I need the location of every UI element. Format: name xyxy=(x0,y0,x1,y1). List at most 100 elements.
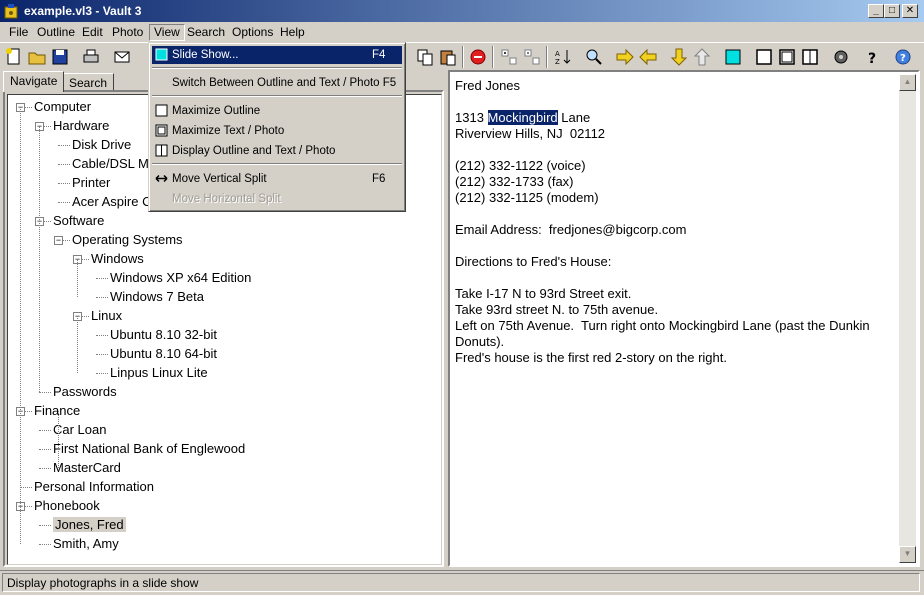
tree-item[interactable]: Ubuntu 8.10 64-bit xyxy=(110,345,217,362)
tree-item[interactable]: Linux xyxy=(91,307,122,324)
menu-item-move-horizontal-split: Move Horizontal Split xyxy=(172,193,281,205)
menu-options[interactable]: Options xyxy=(227,24,278,41)
city-address: Riverview Hills, NJ 02112 xyxy=(455,126,606,141)
menu-item-maximize-outline[interactable]: Maximize Outline xyxy=(152,102,402,120)
info-icon[interactable]: ? xyxy=(892,46,914,68)
menu-view[interactable]: View xyxy=(149,24,185,41)
tree-item-label: Windows 7 Beta xyxy=(110,289,204,304)
expand-all-icon[interactable] xyxy=(498,46,520,68)
delete-icon[interactable] xyxy=(467,46,489,68)
find-icon[interactable] xyxy=(583,46,605,68)
directions-title: Directions to Fred's House: xyxy=(455,254,612,269)
tree-item-label: Software xyxy=(53,213,105,228)
maximize-outline-icon[interactable] xyxy=(753,46,775,68)
status-text: Display photographs in a slide show xyxy=(2,573,920,592)
tree-item-label: Linpus Linux Lite xyxy=(110,365,208,380)
tree-item-label: Operating Systems xyxy=(72,232,183,247)
tree-item[interactable]: Passwords xyxy=(53,383,117,400)
collapse-all-icon[interactable] xyxy=(521,46,543,68)
scroll-down-icon[interactable]: ▼ xyxy=(899,546,916,563)
phone-voice: (212) 332-1122 (voice) xyxy=(455,158,586,173)
view-menu-dropdown: Slide Show... F4 Switch Between Outline a… xyxy=(148,42,406,212)
tree-item[interactable]: Jones, Fred xyxy=(53,516,126,533)
menu-item-display-both[interactable]: Display Outline and Text / Photo xyxy=(152,142,402,160)
tree-item[interactable]: MasterCard xyxy=(53,459,121,476)
maximize-text-icon xyxy=(155,124,168,137)
menu-item-maximize-text-photo[interactable]: Maximize Text / Photo xyxy=(152,122,402,140)
tree-item[interactable]: Operating Systems xyxy=(72,231,183,248)
menu-item-move-vertical-split[interactable]: Move Vertical Split F6 xyxy=(152,170,402,188)
tab-search[interactable]: Search xyxy=(62,73,115,91)
tree-collapse-icon[interactable]: − xyxy=(54,236,63,245)
tree-item[interactable]: Smith, Amy xyxy=(53,535,119,552)
tree-item-label: Smith, Amy xyxy=(53,536,119,551)
directions-line: Fred's house is the first red 2-story on… xyxy=(455,350,727,365)
tree-item[interactable]: First National Bank of Englewood xyxy=(53,440,245,457)
slide-show-icon xyxy=(155,48,168,61)
menu-edit[interactable]: Edit xyxy=(77,24,108,41)
note-text[interactable]: Fred Jones 1313 Mockingbird Lane Rivervi… xyxy=(455,78,895,366)
maximize-button[interactable]: □ xyxy=(884,4,900,18)
tree-item[interactable]: Windows xyxy=(91,250,144,267)
tree-item[interactable]: Disk Drive xyxy=(72,136,131,153)
tree-item[interactable]: Linpus Linux Lite xyxy=(110,364,208,381)
vertical-scrollbar[interactable]: ▲ ▼ xyxy=(899,74,916,563)
tree-item-label: Linux xyxy=(91,308,123,323)
svg-text:?: ? xyxy=(868,51,876,67)
arrow-down-icon[interactable] xyxy=(668,46,690,68)
tree-item[interactable]: Phonebook xyxy=(34,497,100,514)
tree-item[interactable]: Ubuntu 8.10 32-bit xyxy=(110,326,217,343)
tree-item[interactable]: Computer xyxy=(34,98,91,115)
tree-item-label: Windows xyxy=(91,251,144,266)
tab-navigate[interactable]: Navigate xyxy=(3,71,65,92)
print-icon[interactable] xyxy=(80,46,102,68)
gear-icon[interactable] xyxy=(830,46,852,68)
vault-app-icon xyxy=(4,4,18,19)
tree-item[interactable]: Personal Information xyxy=(34,478,154,495)
paste-icon[interactable] xyxy=(437,46,459,68)
phone-fax: (212) 332-1733 (fax) xyxy=(455,174,574,189)
help-icon[interactable]: ? xyxy=(861,46,883,68)
text-panel[interactable]: Fred Jones 1313 Mockingbird Lane Rivervi… xyxy=(448,70,920,567)
arrow-up-icon[interactable] xyxy=(691,46,713,68)
close-button[interactable]: ✕ xyxy=(902,4,918,18)
sort-icon[interactable]: AZ xyxy=(552,46,574,68)
slide-show-icon[interactable] xyxy=(722,46,744,68)
tree-item[interactable]: Printer xyxy=(72,174,110,191)
display-both-icon[interactable] xyxy=(799,46,821,68)
svg-text:Z: Z xyxy=(555,58,560,66)
tree-item[interactable]: Cable/DSL M xyxy=(72,155,149,172)
tree-item[interactable]: Windows 7 Beta xyxy=(110,288,204,305)
tree-item[interactable]: Software xyxy=(53,212,104,229)
arrow-right-icon[interactable] xyxy=(614,46,636,68)
menu-file[interactable]: File xyxy=(4,24,33,41)
tree-item-label: Car Loan xyxy=(53,422,107,437)
email-address: Email Address: fredjones@bigcorp.com xyxy=(455,222,687,237)
tree-item[interactable]: Car Loan xyxy=(53,421,106,438)
arrow-left-icon[interactable] xyxy=(637,46,659,68)
tree-item[interactable]: Acer Aspire C xyxy=(72,193,151,210)
menu-photo[interactable]: Photo xyxy=(107,24,148,41)
display-both-icon xyxy=(155,144,168,157)
scroll-up-icon[interactable]: ▲ xyxy=(899,74,916,91)
maximize-text-icon[interactable] xyxy=(776,46,798,68)
copy-icon[interactable] xyxy=(414,46,436,68)
menu-search[interactable]: Search xyxy=(182,24,230,41)
svg-text:A: A xyxy=(555,50,560,58)
tree-item[interactable]: Windows XP x64 Edition xyxy=(110,269,251,286)
email-icon[interactable] xyxy=(111,46,133,68)
open-folder-icon[interactable] xyxy=(26,46,48,68)
menu-help[interactable]: Help xyxy=(275,24,310,41)
title-bar: example.vl3 - Vault 3 _ □ ✕ xyxy=(0,0,924,22)
menu-bar: File Outline Edit Photo View Search Opti… xyxy=(0,22,924,42)
menu-item-slide-show[interactable]: Slide Show... F4 xyxy=(152,46,402,64)
directions-line: Left on 75th Avenue. Turn right onto Moc… xyxy=(455,318,874,349)
tree-item-label: Hardware xyxy=(53,118,110,133)
tree-item[interactable]: Hardware xyxy=(53,117,109,134)
tree-item-label: Acer Aspire C xyxy=(72,194,152,209)
save-icon[interactable] xyxy=(49,46,71,68)
minimize-button[interactable]: _ xyxy=(868,4,884,18)
menu-item-switch-outline-text[interactable]: Switch Between Outline and Text / Photo … xyxy=(152,74,402,92)
new-file-icon[interactable] xyxy=(3,46,25,68)
menu-outline[interactable]: Outline xyxy=(32,24,80,41)
